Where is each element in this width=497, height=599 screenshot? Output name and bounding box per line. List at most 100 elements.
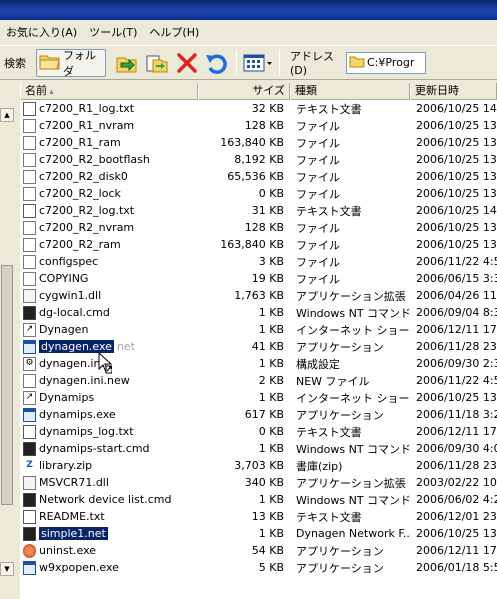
file-name-cell[interactable]: ↗ Dynamips (20, 390, 198, 405)
file-name-cell[interactable]: c7200_R1_nvram (20, 118, 198, 133)
file-name-cell[interactable]: Network device list.cmd (20, 492, 198, 507)
file-row[interactable]: c7200_R2_lock 0 KB ファイル 2006/10/25 13 (20, 185, 497, 202)
file-date: 2006/09/30 4:0 (416, 442, 497, 455)
file-row[interactable]: Network device list.cmd 1 KB Windows NT コマ… (20, 491, 497, 508)
column-size[interactable]: サイズ (198, 83, 290, 100)
file-name-cell[interactable]: dg-local.cmd (20, 305, 198, 320)
file-name: w9xpopen.exe (39, 561, 119, 574)
file-name-cell[interactable]: c7200_R2_lock (20, 186, 198, 201)
file-name-cell[interactable]: README.txt (20, 509, 198, 524)
file-size: 1 KB (258, 493, 284, 506)
file-size: 41 KB (251, 340, 284, 353)
file-name: dg-local.cmd (39, 306, 110, 319)
folders-button[interactable]: フォルダ (36, 48, 106, 78)
file-date: 2006/09/30 2:3 (416, 357, 497, 370)
column-type[interactable]: 種類 (290, 83, 410, 100)
file-row[interactable]: ↗Dynamips 1 KB インターネット ショート... 2006/10/25 1… (20, 389, 497, 406)
undo-button[interactable] (202, 48, 232, 78)
file-row[interactable]: simple1.net 1 KB Dynagen Network F... 2006/… (20, 525, 497, 542)
menu-favorites[interactable]: お気に入り(A) (0, 24, 83, 42)
file-row[interactable]: c7200_R2_log.txt 31 KB テキスト文書 2006/10/25 14 (20, 202, 497, 219)
file-name-cell[interactable]: dynamips.exe (20, 407, 198, 422)
file-row[interactable]: c7200_R2_disk0 65,536 KB ファイル 2006/10/25 13 (20, 168, 497, 185)
file-gen-icon (23, 135, 36, 150)
file-row[interactable]: dynamips-start.cmd 1 KB Windows NT コマンド...… (20, 440, 497, 457)
file-name-cell[interactable]: cygwin1.dll (20, 288, 198, 303)
file-name-cell[interactable]: configspec (20, 254, 198, 269)
file-name-cell[interactable]: c7200_R1_log.txt (20, 101, 198, 116)
file-row[interactable]: MSVCR71.dll 340 KB アプリケーション拡張 2003/02/22 10 (20, 474, 497, 491)
drag-ghost-text: net (116, 340, 135, 353)
file-name-cell[interactable]: uninst.exe (20, 543, 198, 558)
file-row[interactable]: dynagen.ini.new 2 KB NEW ファイル 2006/11/22 4:… (20, 372, 497, 389)
file-size: 3 KB (258, 255, 284, 268)
menu-tools[interactable]: ツール(T) (83, 24, 143, 42)
file-row[interactable]: configspec 3 KB ファイル 2006/11/22 4:5 (20, 253, 497, 270)
file-row[interactable]: c7200_R1_ram 163,840 KB ファイル 2006/10/25 13 (20, 134, 497, 151)
file-name-cell[interactable]: MSVCR71.dll (20, 475, 198, 490)
file-row[interactable]: c7200_R2_nvram 128 KB ファイル 2006/10/25 13 (20, 219, 497, 236)
file-row[interactable]: dynamips_log.txt 0 KB テキスト文書 2006/12/11 17 (20, 423, 497, 440)
file-name-cell[interactable]: COPYING (20, 271, 198, 286)
file-type: テキスト文書 (296, 102, 362, 116)
file-row[interactable]: README.txt 13 KB テキスト文書 2006/12/01 23 (20, 508, 497, 525)
file-row[interactable]: cygwin1.dll 1,763 KB アプリケーション拡張 2006/04/26 … (20, 287, 497, 304)
file-row[interactable]: dg-local.cmd 1 KB Windows NT コマンド... 2006/0… (20, 304, 497, 321)
file-name-cell[interactable]: c7200_R2_bootflash (20, 152, 198, 167)
file-row[interactable]: ↗Dynagen 1 KB インターネット ショート... 2006/12/11 17 (20, 321, 497, 338)
file-row[interactable]: c7200_R1_nvram 128 KB ファイル 2006/10/25 13 (20, 117, 497, 134)
file-row[interactable]: dynamips.exe 617 KB アプリケーション 2006/11/18 3:2 (20, 406, 497, 423)
file-row[interactable]: w9xpopen.exe 5 KB アプリケーション 2006/01/18 5:5 (20, 559, 497, 576)
file-name: c7200_R2_nvram (39, 221, 135, 234)
file-gen-icon (23, 186, 36, 201)
file-date: 2006/11/28 23 (416, 459, 497, 472)
file-type: Windows NT コマンド... (296, 442, 410, 456)
file-row[interactable]: c7200_R2_bootflash 8,192 KB ファイル 2006/10/25… (20, 151, 497, 168)
file-name: c7200_R2_disk0 (39, 170, 128, 183)
delete-button[interactable] (172, 48, 202, 78)
file-name-cell[interactable]: simple1.net (20, 526, 198, 541)
menu-bar: お気に入り(A) ツール(T) ヘルプ(H) (0, 23, 497, 43)
file-row[interactable]: Zlibrary.zip 3,703 KB 書庫(zip) 2006/11/28 23 (20, 457, 497, 474)
file-row[interactable]: ⚙ dynagen.ini 1 KB 構成設定 2006/09/30 2:3 (20, 355, 497, 372)
left-pane-scrollbar[interactable]: ▲ ▼ (0, 82, 14, 599)
copy-to-button[interactable] (142, 48, 172, 78)
file-date: 2006/10/25 13 (416, 238, 497, 251)
scroll-down-arrow[interactable]: ▼ (0, 562, 14, 576)
file-type: ファイル (296, 170, 340, 184)
file-name-cell[interactable]: dynamips_log.txt (20, 424, 198, 439)
views-button[interactable] (241, 48, 275, 78)
file-size: 8,192 KB (234, 153, 284, 166)
file-name-cell[interactable]: w9xpopen.exe (20, 560, 198, 575)
file-name-cell[interactable]: ↗ Dynagen (20, 322, 198, 337)
file-app-icon (23, 560, 36, 575)
file-date: 2006/10/25 14 (416, 204, 497, 217)
file-name-cell[interactable]: dynamips-start.cmd (20, 441, 198, 456)
file-name-cell[interactable]: c7200_R2_disk0 (20, 169, 198, 184)
search-button[interactable]: 検索 (0, 55, 36, 71)
file-row[interactable]: c7200_R1_log.txt 32 KB テキスト文書 2006/10/25 14 (20, 100, 497, 117)
address-field[interactable]: C:¥Progr (346, 51, 426, 74)
file-gen-icon (23, 118, 36, 133)
menu-help[interactable]: ヘルプ(H) (143, 24, 205, 42)
file-name-cell[interactable]: c7200_R2_ram (20, 237, 198, 252)
scroll-thumb[interactable] (1, 265, 13, 505)
column-name[interactable]: 名前 (20, 83, 198, 100)
file-row[interactable]: uninst.exe 54 KB アプリケーション 2006/12/11 17 (20, 542, 497, 559)
file-row[interactable]: COPYING 19 KB ファイル 2006/06/15 3:3 (20, 270, 497, 287)
file-row[interactable]: c7200_R2_ram 163,840 KB ファイル 2006/10/25 13 (20, 236, 497, 253)
window-title-bar[interactable] (0, 0, 497, 20)
scroll-up-arrow[interactable]: ▲ (0, 108, 14, 122)
file-size: 1 KB (258, 391, 284, 404)
file-row[interactable]: dynagen.exe net 41 KB アプリケーション 2006/11/28 23 (20, 338, 497, 355)
file-name-cell[interactable]: c7200_R2_nvram (20, 220, 198, 235)
file-dll-icon (23, 288, 36, 303)
file-name-cell[interactable]: dynagen.ini.new (20, 373, 198, 388)
column-date[interactable]: 更新日時 (410, 83, 497, 100)
file-name-cell[interactable]: Zlibrary.zip (20, 459, 198, 473)
file-type: テキスト文書 (296, 510, 362, 524)
move-to-button[interactable] (112, 48, 142, 78)
file-gen-icon (23, 373, 36, 388)
file-name-cell[interactable]: c7200_R1_ram (20, 135, 198, 150)
file-name-cell[interactable]: c7200_R2_log.txt (20, 203, 198, 218)
